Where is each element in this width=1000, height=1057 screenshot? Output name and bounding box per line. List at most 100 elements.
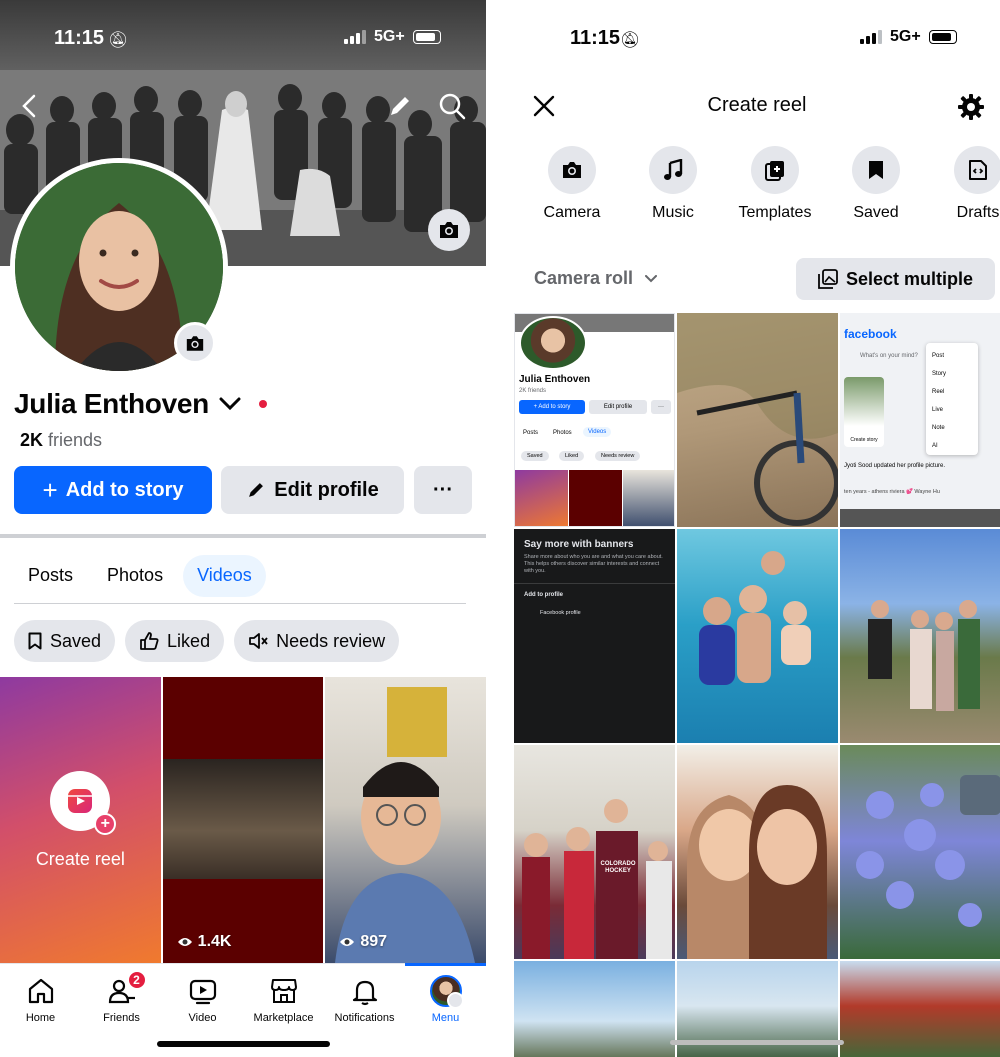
add-to-story-button[interactable]: + Add to story [14, 466, 212, 514]
avatar-camera-button[interactable] [174, 322, 216, 364]
video-thumbnail[interactable]: 897 [325, 677, 486, 963]
tab-posts[interactable]: Posts [14, 555, 87, 597]
view-count-value: 897 [360, 933, 388, 950]
mini-filter: Liked [559, 451, 585, 461]
camera-icon [186, 335, 204, 351]
tool-templates[interactable]: Templates [725, 146, 825, 222]
plus-icon: + [42, 475, 58, 505]
nav-menu[interactable]: Menu [405, 963, 486, 1057]
menu-avatar [429, 975, 464, 1009]
status-bar: 11:15 🔕︎ 5G+ [0, 0, 486, 70]
costume-photo [522, 799, 672, 959]
video-icon [186, 974, 220, 1008]
mini-edit-profile: Edit profile [589, 400, 647, 414]
filter-saved[interactable]: Saved [14, 620, 116, 662]
tool-camera[interactable]: Camera [522, 146, 622, 222]
tool-saved[interactable]: Saved [826, 146, 926, 222]
create-reel-header: Create reel [514, 82, 1000, 132]
mini-tab: Posts [523, 430, 539, 436]
search-icon[interactable] [434, 88, 470, 124]
gallery-thumbnail[interactable] [840, 529, 1000, 743]
templates-icon [751, 146, 799, 194]
network-label: 5G+ [890, 28, 921, 45]
profile-screen: 11:15 🔕︎ 5G+ Julia Enthoven 2K friends +… [0, 0, 486, 1057]
friends-icon: 2 [105, 970, 147, 1008]
reel-tools: Camera Music Templates Saved Drafts [514, 146, 1000, 226]
video-filters: Saved Liked Needs review [14, 620, 400, 662]
settings-button[interactable] [954, 90, 988, 124]
mini-menu-item: Reel [932, 389, 945, 395]
bell-icon [348, 974, 382, 1008]
mini-menu-item: Post [932, 353, 945, 359]
eye-icon [340, 938, 355, 946]
edit-profile-label: Edit profile [274, 478, 379, 501]
multiple-photos-icon [818, 269, 838, 289]
nav-label: Notifications [334, 1012, 395, 1024]
nav-label: Menu [431, 1012, 460, 1024]
gallery-thumbnail[interactable]: facebook What's on your mind? Post Story… [840, 313, 1000, 527]
tool-label: Camera [543, 204, 601, 221]
videos-grid: + Create reel 1.4K 897 [0, 677, 486, 963]
create-reel-tile[interactable]: + Create reel [0, 677, 161, 963]
gallery-thumbnail[interactable]: Say more with banners Share more about w… [514, 529, 675, 743]
mini-photo [840, 509, 1000, 527]
gallery-thumbnail[interactable]: Julia Enthoven 2K friends + Add to story… [514, 313, 675, 527]
chevron-down-icon[interactable] [219, 397, 241, 411]
reel-icon: + [50, 770, 117, 835]
edit-profile-button[interactable]: Edit profile [221, 466, 404, 514]
more-options-button[interactable]: ··· [414, 466, 472, 514]
status-indicators: 5G+ [344, 28, 441, 46]
mini-name: Julia Enthoven [519, 374, 591, 385]
nav-home[interactable]: Home [0, 964, 81, 1057]
mini-video [515, 470, 568, 526]
gear-icon [958, 94, 984, 120]
profile-name-row[interactable]: Julia Enthoven [14, 388, 267, 420]
notification-dot [258, 400, 267, 408]
home-indicator [157, 1041, 330, 1047]
nav-notifications[interactable]: Notifications [324, 964, 405, 1057]
cover-camera-button[interactable] [428, 209, 470, 251]
pencil-icon[interactable] [382, 88, 418, 124]
mini-prompt: What's on your mind? [860, 353, 918, 359]
bookmark-icon [28, 632, 42, 650]
filter-needs-review[interactable]: Needs review [234, 620, 400, 662]
pool-photo [699, 551, 811, 685]
screen-gap [486, 0, 514, 1057]
gallery-thumbnail[interactable]: COLORADO HOCKEY [514, 745, 675, 959]
filter-liked[interactable]: Liked [125, 620, 225, 662]
gallery-thumbnail[interactable] [677, 529, 838, 743]
pencil-icon [249, 483, 264, 497]
home-icon [24, 974, 58, 1008]
back-chevron-icon[interactable] [12, 88, 48, 124]
scroll-indicator [670, 1040, 844, 1045]
select-multiple-label: Select multiple [845, 268, 974, 289]
create-reel-label: Create reel [35, 848, 125, 869]
signal-icon [860, 30, 882, 44]
status-bar: 11:15 🔕︎ 5G+ [514, 0, 1000, 70]
camera-roll-label: Camera roll [534, 268, 634, 288]
muted-speaker-icon [249, 633, 268, 649]
mini-menu-item: Story [932, 371, 947, 377]
tool-label: Saved [853, 204, 899, 221]
bookmark-icon [852, 146, 900, 194]
tab-photos[interactable]: Photos [93, 555, 177, 597]
gallery-thumbnail[interactable] [677, 745, 838, 959]
tool-drafts[interactable]: Drafts [928, 146, 1000, 222]
battery-icon [412, 30, 441, 44]
friends-count[interactable]: 2K friends [20, 430, 102, 451]
status-time: 11:15 [54, 27, 105, 49]
gallery-thumbnail[interactable] [514, 961, 675, 1057]
gallery-thumbnail[interactable] [677, 313, 838, 527]
camera-roll-dropdown[interactable]: Camera roll [534, 268, 658, 289]
tab-label: Posts [28, 565, 74, 585]
nav-friends[interactable]: 2 Friends [81, 964, 162, 1057]
silent-bell-icon: 🔕︎ [108, 32, 129, 49]
select-multiple-button[interactable]: Select multiple [796, 258, 995, 300]
gallery-thumbnail[interactable] [840, 961, 1000, 1057]
video-thumbnail[interactable]: 1.4K [162, 677, 324, 963]
video-frame [162, 759, 324, 879]
mini-add-story: + Add to story [519, 400, 585, 414]
tab-videos[interactable]: Videos [183, 554, 266, 597]
gallery-thumbnail[interactable] [840, 745, 1000, 959]
tool-music[interactable]: Music [623, 146, 723, 222]
